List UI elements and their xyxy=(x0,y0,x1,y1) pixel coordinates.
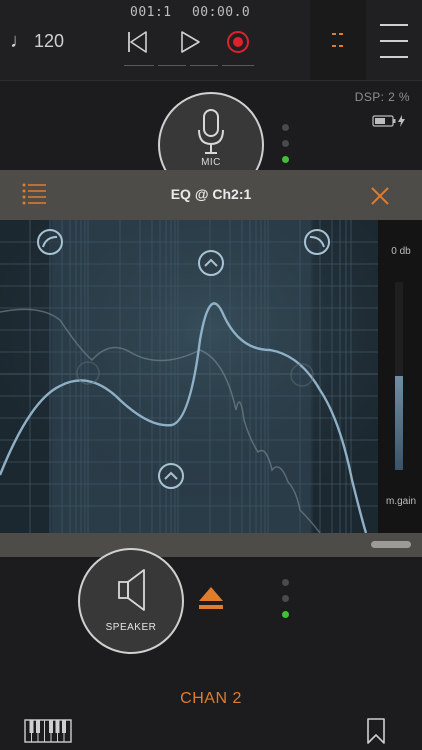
play-button[interactable] xyxy=(175,28,205,56)
menu-icon-line xyxy=(380,24,408,26)
eq-curve-plot xyxy=(0,220,378,533)
bookmark-icon[interactable] xyxy=(366,718,386,744)
channel-name[interactable]: CHAN 2 xyxy=(0,690,422,708)
master-gain-label: m.gain xyxy=(385,496,416,507)
record-icon xyxy=(227,31,249,53)
transport-progress[interactable] xyxy=(124,65,254,66)
master-gain-slider[interactable] xyxy=(395,282,403,470)
main-menu-button[interactable] xyxy=(372,24,416,58)
time-position: 00:00.0 xyxy=(191,5,251,20)
microphone-icon xyxy=(198,109,224,154)
input-led-active xyxy=(282,156,289,163)
skip-back-icon xyxy=(128,31,147,53)
orange-dashes-icon xyxy=(332,33,343,47)
low-shelf-handle-icon[interactable] xyxy=(37,229,63,255)
close-icon[interactable] xyxy=(366,182,394,210)
record-button[interactable] xyxy=(223,28,253,56)
eq-footer xyxy=(0,533,422,557)
battery-charging-icon xyxy=(372,115,405,127)
output-led xyxy=(282,595,289,602)
peak-handle-icon[interactable] xyxy=(198,250,224,276)
tempo-note-icon: ♩ xyxy=(10,30,30,52)
tempo-value: 120 xyxy=(34,31,65,51)
output-destination-label: SPEAKER xyxy=(105,622,157,633)
eject-icon[interactable] xyxy=(197,585,225,611)
high-shelf-handle-icon[interactable] xyxy=(304,229,330,255)
peak-handle-icon[interactable] xyxy=(158,463,184,489)
skip-back-button[interactable] xyxy=(122,28,152,56)
master-gain-level xyxy=(395,376,403,470)
dsp-load: DSP: 2 % xyxy=(354,90,410,104)
bar-position: 001:1 xyxy=(130,5,172,20)
menu-icon-line xyxy=(380,56,408,58)
speaker-icon xyxy=(118,569,145,611)
output-led-active xyxy=(282,611,289,618)
battery-status xyxy=(372,114,408,128)
db-label: 0 db xyxy=(391,246,411,257)
input-source-label: MIC xyxy=(201,157,221,168)
eq-resize-handle[interactable] xyxy=(371,541,411,548)
menu-icon-line xyxy=(380,40,408,42)
time-counter: 001:1 00:00.0 xyxy=(130,5,250,20)
output-destination-button[interactable] xyxy=(78,548,184,654)
eq-title: EQ @ Ch2:1 xyxy=(170,186,252,202)
eq-graph[interactable] xyxy=(0,220,378,533)
input-led xyxy=(282,140,289,147)
tempo-display[interactable]: ♩ 120 xyxy=(10,30,64,53)
play-icon xyxy=(181,31,200,53)
mixer-toggle-button[interactable] xyxy=(310,0,366,80)
piano-keyboard-icon[interactable] xyxy=(24,719,72,743)
output-led xyxy=(282,579,289,586)
input-led xyxy=(282,124,289,131)
